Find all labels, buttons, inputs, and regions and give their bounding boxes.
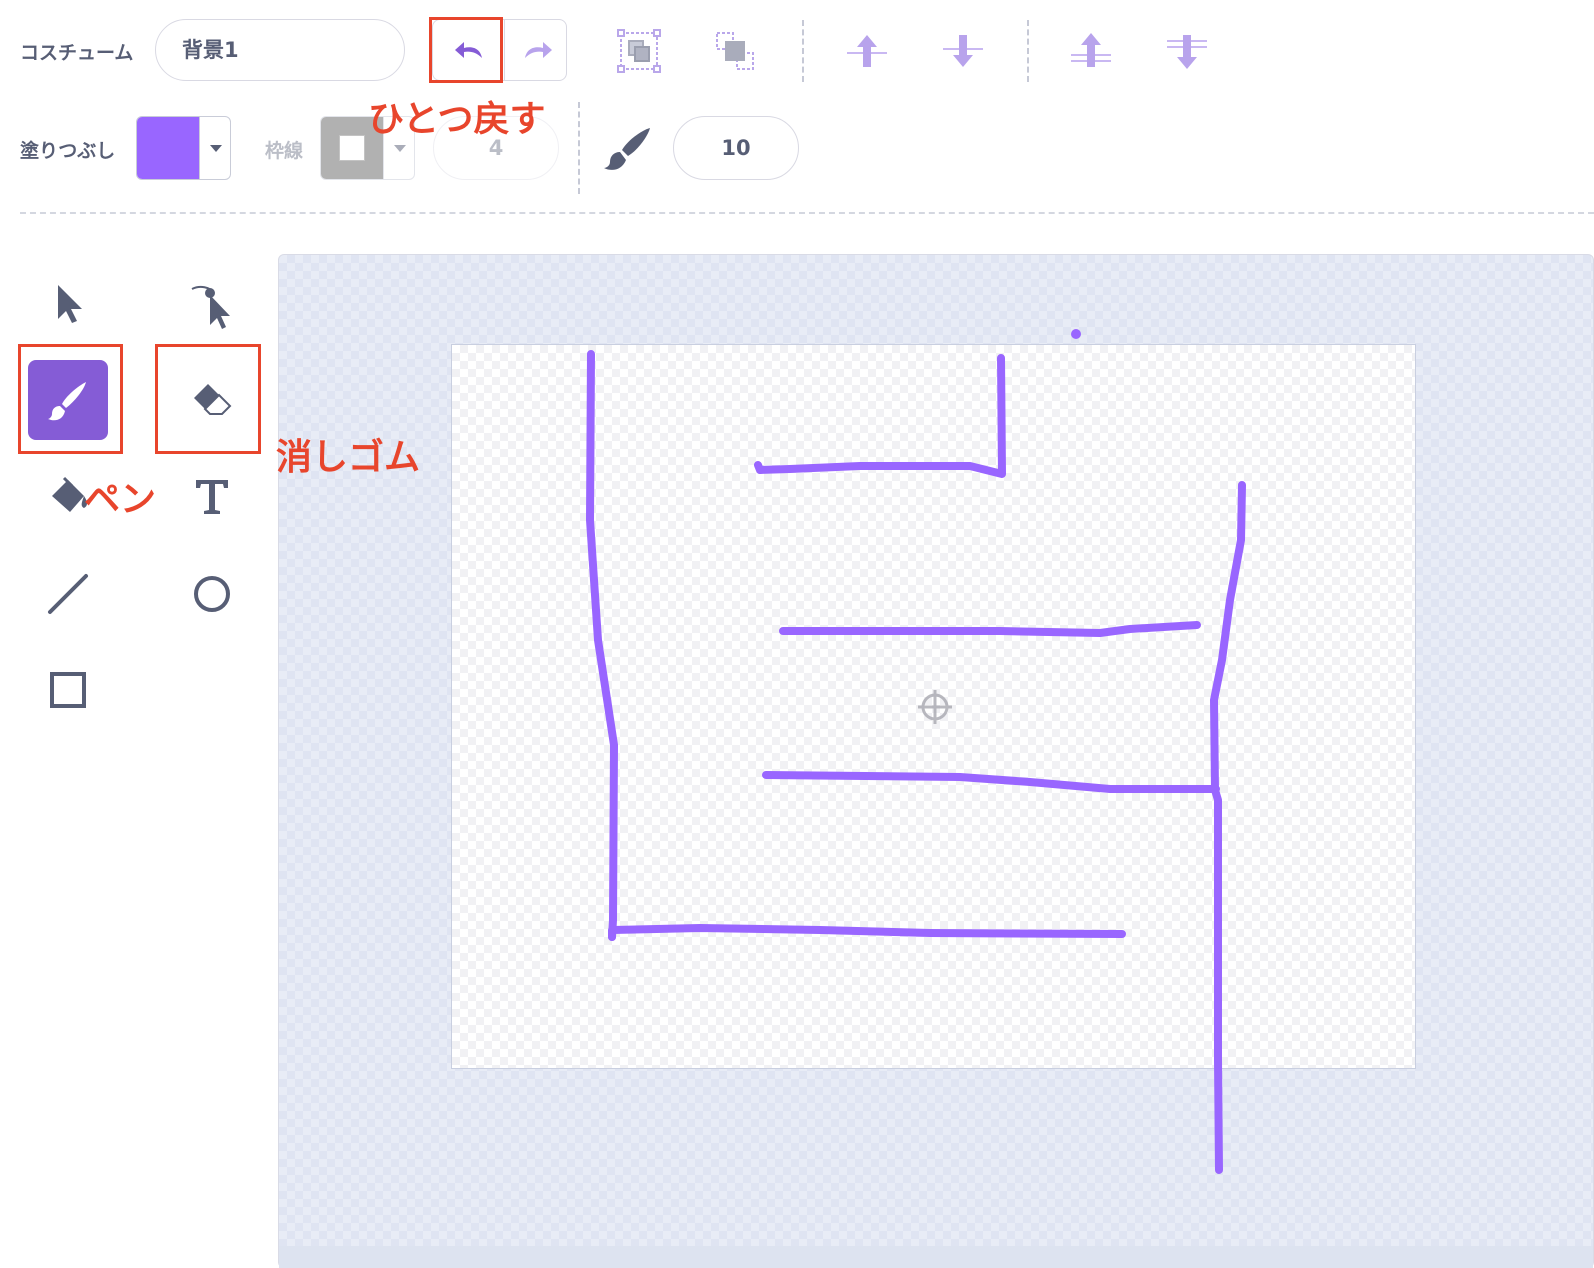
drawn-stroke — [608, 924, 1126, 941]
drawn-stroke — [1210, 481, 1246, 1174]
undo-highlight-box — [429, 17, 503, 83]
crosshair-icon — [918, 690, 952, 724]
drawn-stroke — [754, 354, 1006, 478]
pen-annotation: ペン — [84, 479, 157, 520]
drawn-stroke — [586, 350, 618, 941]
drawing-layer — [586, 329, 1246, 1174]
drawn-stroke — [779, 621, 1201, 637]
undo-annotation: ひとつ戻す — [368, 99, 546, 140]
eraser-highlight-box — [155, 344, 261, 454]
eraser-annotation: 消しゴム — [276, 437, 421, 478]
drawn-dot — [1071, 329, 1081, 339]
brush-highlight-box — [18, 344, 123, 454]
drawn-stroke — [762, 771, 1220, 793]
